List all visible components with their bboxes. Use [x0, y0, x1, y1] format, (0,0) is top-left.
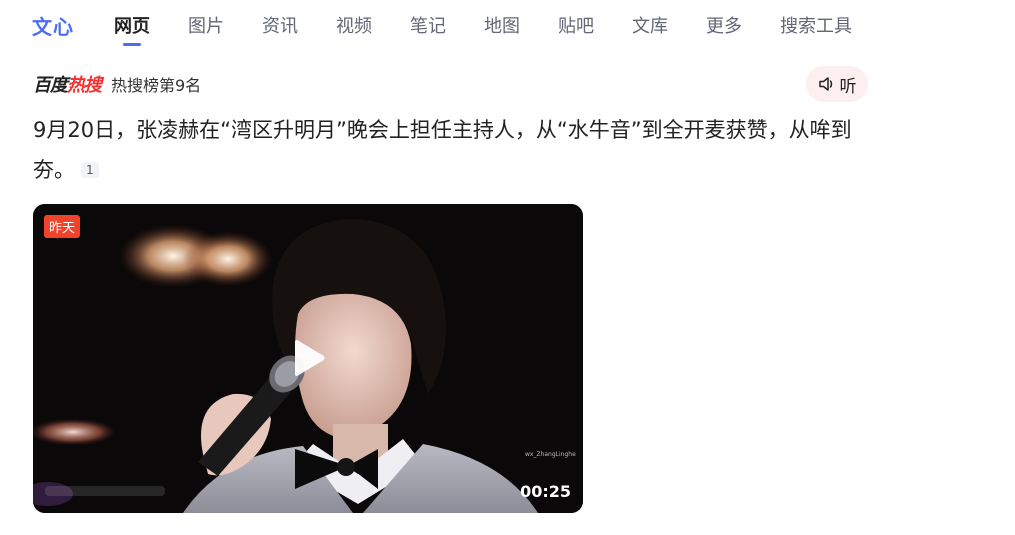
hot-rank-label[interactable]: 热搜榜第9名: [111, 72, 201, 96]
tab-search-tools[interactable]: 搜索工具: [780, 12, 852, 38]
tab-news[interactable]: 资讯: [262, 12, 298, 38]
tab-notes[interactable]: 笔记: [410, 12, 446, 38]
tab-web[interactable]: 网页: [114, 12, 150, 46]
tab-wenku[interactable]: 文库: [632, 12, 668, 38]
video-duration: 00:25: [520, 482, 571, 501]
date-tag: 昨天: [44, 215, 81, 238]
tab-images[interactable]: 图片: [188, 12, 224, 38]
headline-text: 9月20日，张凌赫在“湾区升明月”晚会上担任主持人，从“水牛音”到全开麦获赞，从…: [33, 118, 852, 182]
news-headline[interactable]: 9月20日，张凌赫在“湾区升明月”晚会上担任主持人，从“水牛音”到全开麦获赞，从…: [33, 110, 883, 190]
hot-logo-hot-text: 热搜: [67, 75, 102, 96]
hot-search-header: 百度热搜 热搜榜第9名: [33, 72, 201, 96]
speaker-icon: [818, 77, 832, 91]
tab-more[interactable]: 更多: [706, 12, 742, 38]
video-card[interactable]: wx_ZhangLinghe 昨天 00:25: [33, 204, 583, 513]
wenxin-brand[interactable]: 文心: [32, 11, 74, 40]
hot-logo-baidu-text: 百度: [33, 75, 68, 96]
reference-badge[interactable]: 1: [81, 162, 99, 178]
video-watermark: wx_ZhangLinghe: [525, 451, 576, 458]
listen-label: 听: [839, 76, 857, 97]
listen-button[interactable]: 听: [806, 66, 868, 102]
tab-video[interactable]: 视频: [336, 12, 372, 38]
tab-map[interactable]: 地图: [484, 12, 520, 38]
search-nav: 文心 网页 图片 资讯 视频 笔记 地图 贴吧 文库 更多 搜索工具: [32, 10, 890, 46]
tab-tieba[interactable]: 贴吧: [558, 12, 594, 38]
baidu-hot-logo[interactable]: 百度热搜: [33, 71, 102, 97]
play-icon[interactable]: [287, 338, 327, 378]
